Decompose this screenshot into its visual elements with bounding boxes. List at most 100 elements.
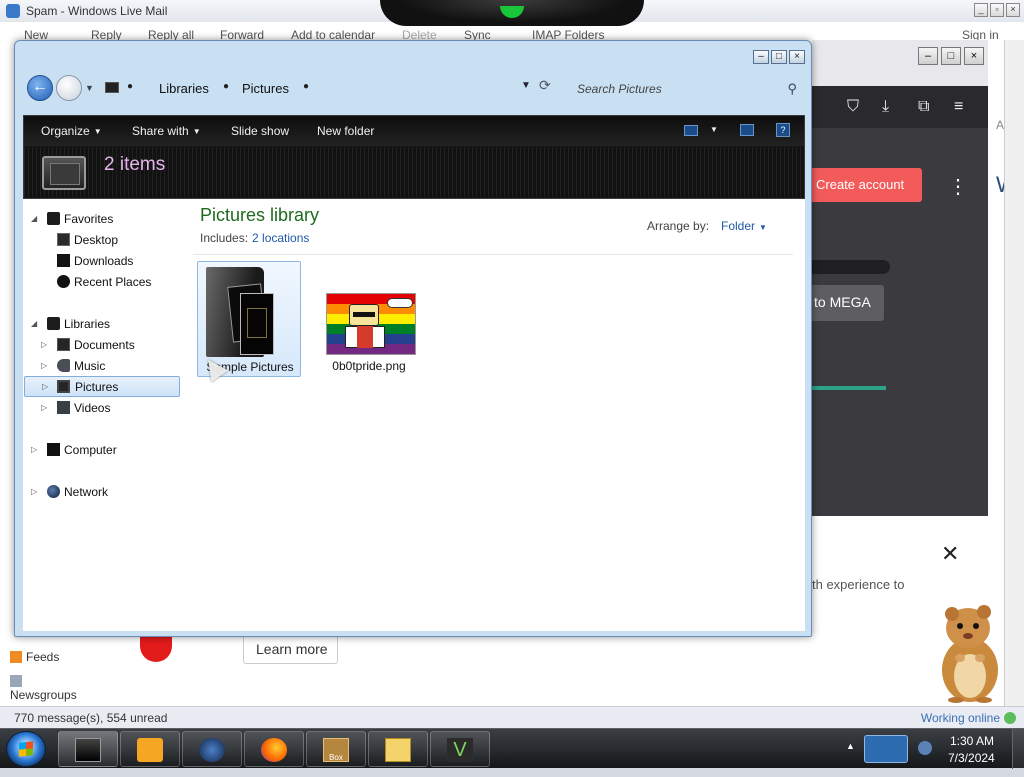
show-hidden-icons-icon[interactable]: ▲ [846,741,855,751]
change-view-icon[interactable] [684,125,698,136]
nav-recent-places[interactable]: Recent Places [29,272,179,292]
share-with-button[interactable]: Share with ▼ [132,124,201,138]
taskbar-mail[interactable] [368,731,428,767]
nav-libraries[interactable]: ◢ Libraries [29,314,179,334]
menu-icon[interactable]: ≡ [954,98,963,116]
clock-date[interactable]: 7/3/2024 [948,751,995,765]
explorer-close-button[interactable]: × [789,50,805,64]
hamster-desktop-pet[interactable] [930,600,1008,704]
help-icon[interactable]: ? [776,123,790,137]
taskbar-firefox[interactable] [244,731,304,767]
nav-downloads-label: Downloads [74,254,134,268]
nav-network[interactable]: ▷ Network [29,482,179,502]
taskbar-explorer[interactable] [58,731,118,767]
slide-show-button[interactable]: Slide show [231,124,289,138]
view-dropdown-icon[interactable]: ▼ [710,125,718,134]
libraries-icon [47,317,60,330]
collapsed-arrow-icon[interactable]: ▷ [41,361,47,370]
download-icon[interactable]: ⤓ [882,98,889,116]
file-name: 0b0tpride.png [332,359,406,373]
collapsed-arrow-icon[interactable]: ▷ [31,445,37,454]
extensions-icon[interactable]: ⧉ [918,98,929,116]
character-shirt [357,326,373,348]
taskbar-box-app[interactable]: Box [306,731,366,767]
breadcrumb-separator-icon[interactable]: ● [223,81,229,92]
back-button[interactable]: ← [27,75,53,101]
expanded-arrow-icon[interactable]: ◢ [31,319,37,328]
message-count-status: 770 message(s), 554 unread [14,711,168,725]
close-icon[interactable]: ✕ [941,541,959,567]
explorer-maximize-button[interactable]: □ [771,50,787,64]
more-options-icon[interactable]: ⋮ [948,174,968,199]
videos-icon [57,401,70,414]
globe-icon [199,738,225,762]
collapsed-arrow-icon[interactable]: ▷ [41,340,47,349]
breadcrumb-pictures[interactable]: Pictures [242,81,289,96]
nav-favorites[interactable]: ◢ Favorites [29,209,179,229]
recent-pages-button[interactable]: ▼ [85,83,94,93]
wlm-restore-button[interactable]: ▫ [990,3,1004,17]
wlm-minimize-button[interactable]: _ [974,3,988,17]
breadcrumb-separator-icon[interactable]: ● [127,81,133,92]
collapsed-arrow-icon[interactable]: ▷ [31,487,37,496]
browser-minimize-button[interactable]: – [918,47,938,65]
start-button[interactable] [6,731,46,767]
volume-tray-icon[interactable] [918,741,932,755]
collapsed-arrow-icon[interactable]: ▷ [41,403,47,412]
browser-close-button[interactable]: × [964,47,984,65]
system-tray: ▲ 1:30 AM 7/3/2024 [842,729,1024,769]
nav-libraries-label: Libraries [64,317,111,331]
wlm-newsgroups-item[interactable]: Newsgroups [10,674,77,702]
nav-videos[interactable]: ▷ Videos [29,398,179,418]
computer-icon [47,443,60,456]
expanded-arrow-icon[interactable]: ◢ [31,214,37,223]
chevron-down-icon: ▼ [759,223,767,232]
locations-link[interactable]: 2 locations [252,231,309,245]
wlm-close-button[interactable]: × [1006,3,1020,17]
nav-computer[interactable]: ▷ Computer [29,440,179,460]
taskbar-media-player[interactable] [120,731,180,767]
arrange-by-dropdown[interactable]: Folder ▼ [721,219,767,233]
breadcrumb[interactable]: ● Libraries ● Pictures ● [97,73,547,103]
nav-pictures[interactable]: ▷ Pictures [24,376,180,397]
nav-documents[interactable]: ▷ Documents [29,335,179,355]
nav-music[interactable]: ▷ Music [29,356,179,376]
library-includes: Includes: 2 locations [200,231,309,245]
organize-button[interactable]: Organize ▼ [41,124,102,138]
mega-button[interactable]: to MEGA [812,285,884,321]
taskbar-gta[interactable]: V [430,731,490,767]
preview-pane-icon[interactable] [740,124,754,136]
rss-icon [10,651,22,663]
collapsed-arrow-icon[interactable]: ▷ [42,382,48,391]
create-account-button[interactable]: Create account [812,168,922,202]
new-folder-button[interactable]: New folder [317,124,374,138]
search-icon[interactable]: ⚲ [787,81,797,97]
breadcrumb-separator-icon[interactable]: ● [303,81,309,92]
arrange-by-label: Arrange by: [647,219,710,233]
address-dropdown-icon[interactable]: ▼ [521,80,531,91]
nav-favorites-label: Favorites [64,212,114,226]
show-desktop-button[interactable] [1012,729,1024,769]
nav-desktop[interactable]: Desktop [29,230,179,250]
search-input[interactable]: Search Pictures ⚲ [561,73,803,103]
folder-photo-art [247,308,267,338]
wlm-feeds-item[interactable]: Feeds [10,650,59,664]
clock-time[interactable]: 1:30 AM [950,734,994,748]
breadcrumb-libraries[interactable]: Libraries [159,81,209,96]
folder-photo [240,293,274,355]
mega-progress-bar [812,386,886,390]
hamster-box-icon: Box [323,738,349,762]
taskbar-globe-app[interactable] [182,731,242,767]
forward-button[interactable] [56,75,82,101]
file-tile-0b0tpride[interactable]: 0b0tpride.png [317,261,421,377]
network-tray-icon[interactable] [864,735,908,763]
wlm-feeds-label: Feeds [26,650,60,664]
nav-network-label: Network [64,485,109,499]
media-player-icon [137,738,163,762]
nav-downloads[interactable]: Downloads [29,251,179,271]
refresh-icon[interactable]: ⟳ [539,77,551,94]
browser-maximize-button[interactable]: □ [941,47,961,65]
browser-tab-strip [812,40,988,86]
explorer-minimize-button[interactable]: – [753,50,769,64]
pocket-icon[interactable]: ⛉ [847,98,859,116]
